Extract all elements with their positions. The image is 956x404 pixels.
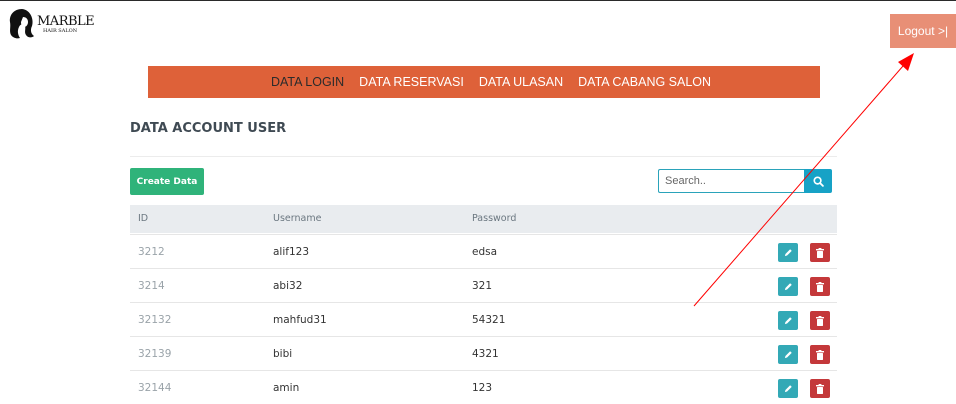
search-icon	[812, 175, 824, 187]
trash-icon	[816, 281, 824, 292]
search-input[interactable]	[658, 169, 804, 193]
nav-item-data-reservasi[interactable]: DATA RESERVASI	[359, 75, 464, 89]
pencil-icon	[784, 351, 792, 359]
cell-password: 123	[472, 382, 493, 394]
table-header: ID Username Password	[130, 205, 837, 233]
table-row: 3212 alif123 edsa	[130, 234, 837, 268]
search-bar	[658, 169, 832, 193]
cell-password: 54321	[472, 314, 506, 326]
cell-id: 3214	[138, 280, 165, 292]
cell-id: 32144	[138, 382, 172, 394]
brand-name: MARBLE	[37, 13, 95, 29]
cell-username: alif123	[273, 246, 310, 258]
pencil-icon	[784, 317, 792, 325]
pencil-icon	[784, 283, 792, 291]
column-header-password[interactable]: Password	[472, 205, 516, 233]
edit-button[interactable]	[778, 345, 798, 364]
brand-logo[interactable]: MARBLE HAIR SALON	[8, 8, 95, 40]
nav-item-data-login[interactable]: DATA LOGIN	[271, 75, 344, 89]
edit-button[interactable]	[778, 311, 798, 330]
cell-id: 32139	[138, 348, 172, 360]
woman-silhouette-icon	[9, 9, 35, 39]
column-header-id[interactable]: ID	[138, 205, 148, 233]
delete-button[interactable]	[810, 311, 830, 330]
cell-username: mahfud31	[273, 314, 327, 326]
delete-button[interactable]	[810, 277, 830, 296]
cell-username: amin	[273, 382, 300, 394]
window-top-border	[0, 0, 956, 1]
table-row: 32139 bibi 4321	[130, 336, 837, 370]
title-divider	[130, 156, 837, 157]
edit-button[interactable]	[778, 277, 798, 296]
table-row: 32132 mahfud31 54321	[130, 302, 837, 336]
nav-item-data-cabang-salon[interactable]: DATA CABANG SALON	[578, 75, 711, 89]
table-row: 32144 amin 123	[130, 370, 837, 404]
trash-icon	[816, 247, 824, 258]
cell-password: edsa	[472, 246, 498, 258]
page-title: DATA ACCOUNT USER	[130, 121, 287, 136]
cell-username: bibi	[273, 348, 293, 360]
cell-password: 321	[472, 280, 493, 292]
pencil-icon	[784, 249, 792, 257]
trash-icon	[816, 383, 824, 394]
logout-button[interactable]: Logout >|	[890, 14, 956, 48]
table-row: 3214 abi32 321	[130, 268, 837, 302]
cell-id: 32132	[138, 314, 172, 326]
column-header-username[interactable]: Username	[273, 205, 321, 233]
trash-icon	[816, 315, 824, 326]
trash-icon	[816, 349, 824, 360]
cell-password: 4321	[472, 348, 499, 360]
main-navigation: DATA LOGIN DATA RESERVASI DATA ULASAN DA…	[148, 66, 820, 98]
delete-button[interactable]	[810, 243, 830, 262]
create-data-button[interactable]: Create Data	[130, 168, 204, 195]
brand-tagline: HAIR SALON	[43, 27, 78, 34]
cell-id: 3212	[138, 246, 165, 258]
cell-username: abi32	[273, 280, 303, 292]
delete-button[interactable]	[810, 379, 830, 398]
search-button[interactable]	[804, 169, 832, 193]
nav-item-data-ulasan[interactable]: DATA ULASAN	[479, 75, 563, 89]
edit-button[interactable]	[778, 379, 798, 398]
delete-button[interactable]	[810, 345, 830, 364]
pencil-icon	[784, 385, 792, 393]
edit-button[interactable]	[778, 243, 798, 262]
